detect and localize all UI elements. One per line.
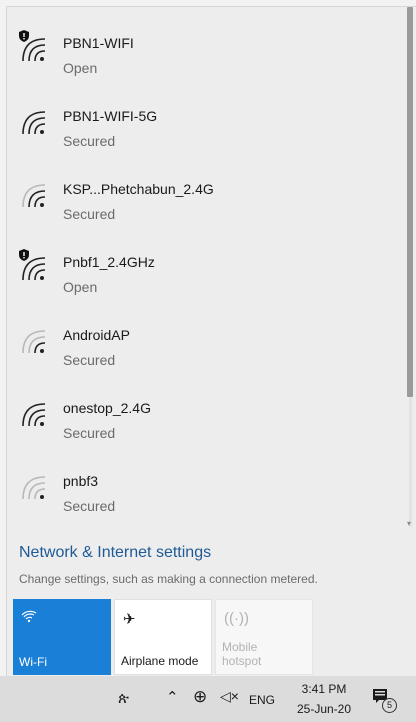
- scroll-down-icon[interactable]: ▾: [407, 519, 411, 528]
- network-list: PBN1-WIFI Open PBN1-WIFI-5G Secured KSP...Ph…: [7, 15, 403, 526]
- network-name: PBN1-WIFI: [63, 35, 134, 51]
- network-name: PBN1-WIFI-5G: [63, 108, 158, 124]
- network-globe-icon[interactable]: ⊕: [193, 687, 207, 707]
- shield-warning-icon: [18, 248, 30, 261]
- airplane-icon: ✈: [123, 611, 136, 628]
- network-item[interactable]: onestop_2.4G Secured: [7, 380, 403, 453]
- network-item[interactable]: pnbf3 Secured: [7, 453, 403, 526]
- network-name: pnbf3: [63, 473, 99, 489]
- wifi-icon: [19, 183, 53, 213]
- taskbar: ጵ ⌃ ⊕ ◁× ENG 3:41 PM 25-Jun-20 5: [0, 676, 416, 722]
- wifi-tile-label: Wi-Fi: [19, 655, 47, 669]
- hotspot-icon: ((·)): [224, 610, 249, 627]
- network-name: onestop_2.4G: [63, 400, 151, 416]
- network-item[interactable]: Pnbf1_2.4GHz Open: [7, 234, 403, 307]
- hotspot-tile-label-line1: Mobile: [222, 640, 258, 654]
- network-item[interactable]: KSP...Phetchabun_2.4G Secured: [7, 161, 403, 234]
- network-item[interactable]: PBN1-WIFI-5G Secured: [7, 88, 403, 161]
- hotspot-tile-label-line2: hotspot: [222, 654, 262, 668]
- people-icon[interactable]: ጵ: [118, 690, 129, 707]
- airplane-tile-label: Airplane mode: [121, 654, 199, 668]
- network-status: Secured: [63, 133, 116, 149]
- scroll-thumb[interactable]: [407, 7, 413, 397]
- network-settings-description: Change settings, such as making a connec…: [19, 572, 318, 586]
- clock-time[interactable]: 3:41 PM: [292, 682, 356, 696]
- wifi-icon: [19, 329, 53, 359]
- network-status: Secured: [63, 352, 116, 368]
- network-status: Open: [63, 279, 98, 295]
- network-name: AndroidAP: [63, 327, 130, 343]
- wifi-icon: [21, 609, 37, 627]
- language-indicator[interactable]: ENG: [249, 693, 275, 707]
- network-item[interactable]: PBN1-WIFI Open: [7, 15, 403, 88]
- network-status: Secured: [63, 498, 116, 514]
- notification-center-button[interactable]: 5: [372, 688, 397, 713]
- wifi-icon: [19, 475, 53, 505]
- chevron-up-icon[interactable]: ⌃: [166, 688, 179, 706]
- wifi-icon: [19, 110, 53, 140]
- airplane-mode-tile[interactable]: ✈ Airplane mode: [114, 599, 212, 675]
- network-item[interactable]: AndroidAP Secured: [7, 307, 403, 380]
- scrollbar[interactable]: ▾: [407, 7, 413, 528]
- shield-warning-icon: [18, 29, 30, 42]
- network-status: Secured: [63, 425, 116, 441]
- clock-date[interactable]: 25-Jun-20: [292, 702, 356, 716]
- network-flyout: PBN1-WIFI Open PBN1-WIFI-5G Secured KSP...Ph…: [6, 6, 416, 677]
- wifi-toggle-tile[interactable]: Wi-Fi: [13, 599, 111, 675]
- notification-count-badge: 5: [382, 698, 397, 713]
- mobile-hotspot-tile[interactable]: ((·)) Mobile hotspot: [215, 599, 313, 675]
- volume-muted-icon[interactable]: ◁×: [220, 688, 239, 705]
- network-name: Pnbf1_2.4GHz: [63, 254, 155, 270]
- network-name: KSP...Phetchabun_2.4G: [63, 181, 214, 197]
- network-status: Secured: [63, 206, 116, 222]
- network-status: Open: [63, 60, 98, 76]
- network-settings-link[interactable]: Network & Internet settings: [19, 544, 211, 562]
- wifi-icon: [19, 402, 53, 432]
